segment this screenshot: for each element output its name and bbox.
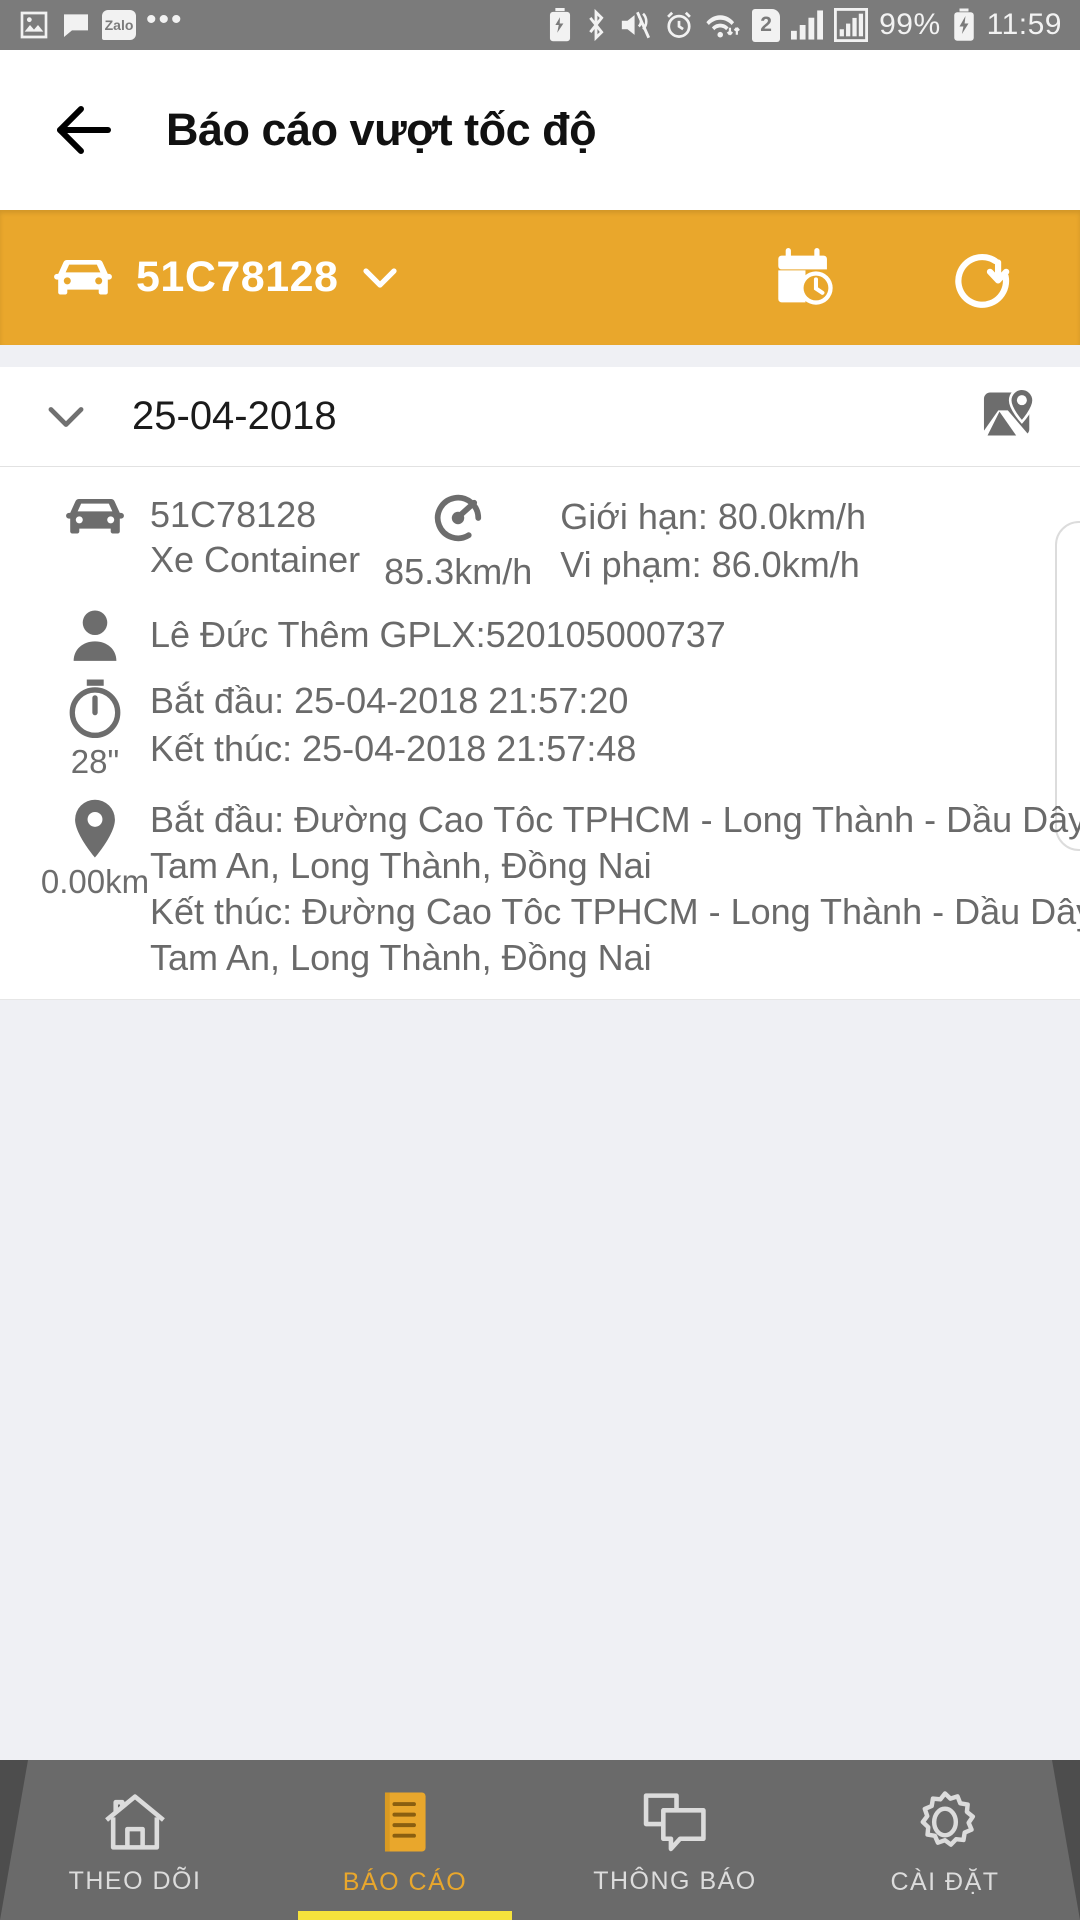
record-time-row: 28" Bắt đầu: 25-04-2018 21:57:20 Kết thú… [0,677,1080,781]
violation-speed-label: Vi phạm: 86.0km/h [560,543,860,585]
pin-icon [75,799,115,858]
car-icon [66,499,124,534]
vehicle-plate-label: 51C78128 [136,253,339,301]
time-end-label: Kết thúc: 25-04-2018 21:57:48 [150,727,637,769]
chevron-down-icon[interactable] [40,403,92,431]
date-label: 25-04-2018 [132,394,337,438]
app-header: Báo cáo vượt tốc độ [0,50,1080,210]
zalo-icon: Zalo [102,10,136,40]
bottom-navigation: THEO DÕI BÁO CÁO THÔNG BÁO CÀI ĐẶT [0,1760,1080,1920]
chat-icon [643,1792,706,1851]
distance-label: 0.00km [40,863,150,900]
duration-label: 28" [70,743,120,780]
limit-block: Giới hạn: 80.0km/h Vi phạm: 86.0km/h [560,493,866,588]
vehicle-icon-column [40,493,150,541]
calendar-clock-icon[interactable] [774,247,836,309]
bluetooth-icon [589,8,604,42]
battery-charging-icon [953,8,974,41]
time-icon-column: 28" [40,677,150,781]
person-icon [73,610,117,661]
record-vehicle-row: 51C78128 Xe Container 85.3km/h Giới hạn:… [0,493,1080,593]
status-system-icons: 2 99% 11:59 [547,8,1062,42]
nav-item-theo-doi[interactable]: THEO DÕI [0,1760,270,1920]
home-icon [105,1793,165,1850]
nav-item-bao-cao[interactable]: BÁO CÁO [270,1760,540,1920]
nav-label: THÔNG BÁO [593,1866,757,1895]
sim2-icon: 2 [752,8,781,42]
location-start-line1: Bắt đầu: Đường Cao Tôc TPHCM - Long Thàn… [150,799,1080,840]
sim-label: 2 [760,13,772,36]
message-icon [64,14,88,37]
time-start-label: Bắt đầu: 25-04-2018 21:57:20 [150,680,629,721]
speed-limit-label: Giới hạn: 80.0km/h [560,496,866,537]
clock-label: 11:59 [986,8,1062,41]
location-lines: Bắt đầu: Đường Cao Tôc TPHCM - Long Thàn… [150,797,1080,981]
location-start-line2: Tam An, Long Thành, Đồng Nai [150,845,652,887]
more-icon: ••• [146,3,184,36]
driver-label: Lê Đức Thêm GPLX:520105000737 [150,614,726,655]
vehicle-plate-label: 51C78128 [150,494,317,535]
violation-record-card[interactable]: 51C78128 Xe Container 85.3km/h Giới hạn:… [0,467,1080,1001]
map-pin-icon[interactable] [978,383,1040,450]
vehicle-type-label: Xe Container [150,538,361,580]
gear-icon [920,1790,976,1847]
location-icon-column: 0.00km [40,797,150,901]
nav-label: BÁO CÁO [342,1867,468,1896]
battery-percent-label: 99% [879,8,941,41]
vibrate-icon [621,11,651,39]
record-driver-row: Lê Đức Thêm GPLX:520105000737 [0,607,1080,663]
record-location-row: 0.00km Bắt đầu: Đường Cao Tôc TPHCM - Lo… [0,797,1080,981]
nav-label: CÀI ĐẶT [890,1867,1000,1896]
speed-value-label: 85.3km/h [384,551,533,592]
vehicle-selector[interactable]: 51C78128 [52,253,400,302]
nav-item-cai-dat[interactable]: CÀI ĐẶT [810,1760,1080,1920]
speedometer-icon [435,494,482,542]
nav-item-thong-bao[interactable]: THÔNG BÁO [540,1760,810,1920]
time-lines: Bắt đầu: 25-04-2018 21:57:20 Kết thúc: 2… [150,677,636,772]
vehicle-meta: 51C78128 Xe Container [150,493,360,582]
nav-items: THEO DÕI BÁO CÁO THÔNG BÁO CÀI ĐẶT [0,1760,1080,1920]
car-icon [54,259,112,295]
location-end-line2: Tam An, Long Thành, Đồng Nai [150,937,652,979]
nav-label: THEO DÕI [68,1866,202,1895]
power-save-icon [550,8,571,42]
wifi-icon [706,15,741,38]
signal1-icon [791,10,824,40]
date-group-header[interactable]: 25-04-2018 [0,367,1080,467]
signal2-icon [834,8,869,42]
vehicle-toolbar: 51C78128 [0,210,1080,345]
location-end-line1: Kết thúc: Đường Cao Tôc TPHCM - Long Thà… [150,891,1080,933]
driver-icon-column [40,607,150,663]
report-icon [384,1791,426,1852]
stopwatch-icon [69,679,121,738]
chevron-down-icon [363,267,398,288]
speed-block: 85.3km/h [384,487,532,593]
image-icon [20,11,48,39]
status-bar: Zalo ••• 2 99% 11:59 [0,0,1080,50]
back-arrow-icon[interactable] [48,94,120,166]
refresh-icon[interactable] [948,247,1010,309]
page-title: Báo cáo vượt tốc độ [166,104,597,155]
status-notification-icons: Zalo ••• [18,3,184,41]
zalo-label: Zalo [104,17,134,33]
active-tab-underline [298,1911,512,1920]
toolbar-actions [774,247,1028,309]
alarm-icon [667,11,691,38]
toolbar-divider [0,345,1080,367]
